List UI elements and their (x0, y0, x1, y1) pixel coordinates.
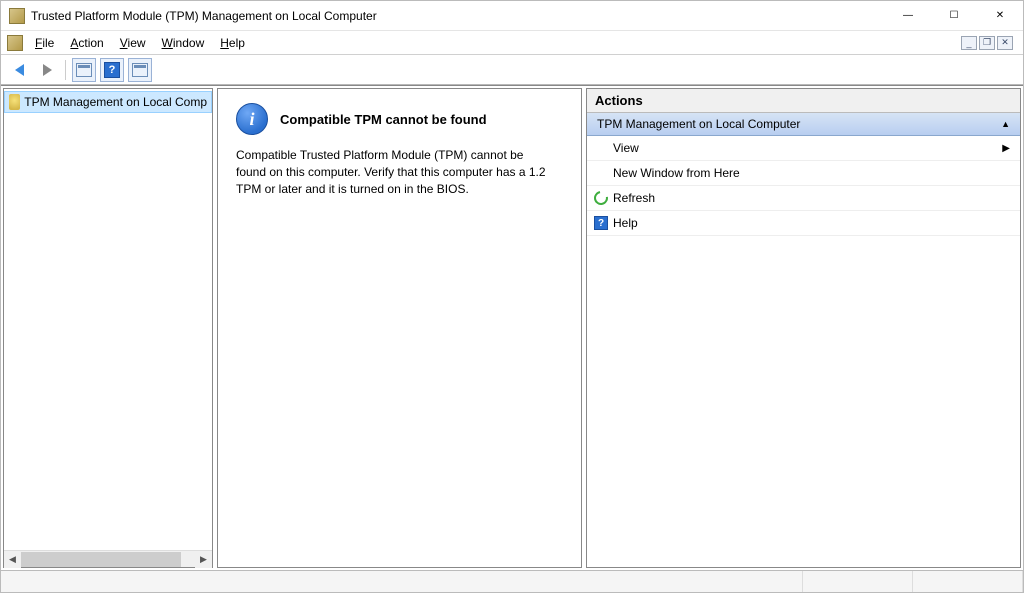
menubar: File Action View Window Help _ ❐ ✕ (1, 31, 1023, 55)
tree-item-tpm-management[interactable]: TPM Management on Local Comp (4, 91, 212, 113)
menu-app-icon (7, 35, 23, 51)
menu-window[interactable]: Window (154, 34, 213, 52)
mdi-close-button[interactable]: ✕ (997, 36, 1013, 50)
message-title: Compatible TPM cannot be found (280, 112, 487, 127)
message-header: i Compatible TPM cannot be found (236, 103, 563, 135)
submenu-arrow-icon: ▶ (1002, 143, 1010, 154)
pane-icon-2 (132, 63, 148, 77)
action-help-label: Help (613, 216, 638, 230)
statusbar (1, 570, 1023, 592)
tree-horizontal-scrollbar[interactable]: ◀ ▶ (4, 550, 212, 567)
menu-view[interactable]: View (112, 34, 154, 52)
info-icon: i (236, 103, 268, 135)
menu-file[interactable]: File (27, 34, 62, 52)
toolbar: ? (1, 55, 1023, 85)
menu-file-rest: ile (42, 36, 54, 50)
arrow-left-icon (15, 64, 24, 76)
app-icon (9, 8, 25, 24)
arrow-right-icon (43, 64, 52, 76)
action-new-window-label: New Window from Here (613, 166, 740, 180)
action-refresh[interactable]: Refresh (587, 186, 1020, 211)
refresh-icon (593, 190, 609, 206)
menu-action[interactable]: Action (62, 34, 111, 52)
status-cell-2 (803, 571, 913, 592)
maximize-button[interactable]: ☐ (931, 1, 977, 31)
actions-section-label: TPM Management on Local Computer (597, 117, 800, 131)
window-controls: — ☐ ✕ (885, 1, 1023, 31)
actions-body: TPM Management on Local Computer ▲ View … (587, 113, 1020, 567)
console-tree-pane: TPM Management on Local Comp ◀ ▶ (3, 88, 213, 568)
action-view-label: View (613, 141, 639, 155)
help-icon: ? (593, 215, 609, 231)
help-icon: ? (104, 62, 120, 78)
scroll-right-button[interactable]: ▶ (195, 551, 212, 568)
show-hide-action-pane-button[interactable] (128, 58, 152, 82)
main-area: TPM Management on Local Comp ◀ ▶ i Compa… (1, 85, 1023, 570)
minimize-button[interactable]: — (885, 1, 931, 31)
status-cell-3 (913, 571, 1023, 592)
menu-help[interactable]: Help (212, 34, 253, 52)
actions-pane-title: Actions (587, 89, 1020, 113)
mdi-controls: _ ❐ ✕ (961, 36, 1017, 50)
result-pane: i Compatible TPM cannot be found Compati… (217, 88, 582, 568)
toolbar-separator (65, 60, 66, 80)
mdi-restore-button[interactable]: ❐ (979, 36, 995, 50)
help-button[interactable]: ? (100, 58, 124, 82)
status-cell-1 (1, 571, 803, 592)
action-new-window[interactable]: New Window from Here (587, 161, 1020, 186)
forward-button[interactable] (35, 58, 59, 82)
action-refresh-label: Refresh (613, 191, 655, 205)
pane-icon (76, 63, 92, 77)
result-content: i Compatible TPM cannot be found Compati… (218, 89, 581, 211)
titlebar: Trusted Platform Module (TPM) Management… (1, 1, 1023, 31)
action-help[interactable]: ? Help (587, 211, 1020, 236)
collapse-icon: ▲ (1001, 119, 1010, 129)
blank-icon (593, 165, 609, 181)
actions-section-header[interactable]: TPM Management on Local Computer ▲ (587, 113, 1020, 136)
back-button[interactable] (7, 58, 31, 82)
window-title: Trusted Platform Module (TPM) Management… (31, 9, 885, 23)
scroll-left-button[interactable]: ◀ (4, 551, 21, 568)
close-button[interactable]: ✕ (977, 1, 1023, 31)
mdi-minimize-button[interactable]: _ (961, 36, 977, 50)
message-body: Compatible Trusted Platform Module (TPM)… (236, 147, 546, 197)
console-tree: TPM Management on Local Comp (4, 89, 212, 550)
tpm-icon (9, 94, 20, 110)
show-hide-console-tree-button[interactable] (72, 58, 96, 82)
action-view[interactable]: View ▶ (587, 136, 1020, 161)
tree-item-label: TPM Management on Local Comp (24, 95, 207, 109)
actions-pane: Actions TPM Management on Local Computer… (586, 88, 1021, 568)
blank-icon (593, 140, 609, 156)
scroll-thumb[interactable] (21, 552, 181, 567)
